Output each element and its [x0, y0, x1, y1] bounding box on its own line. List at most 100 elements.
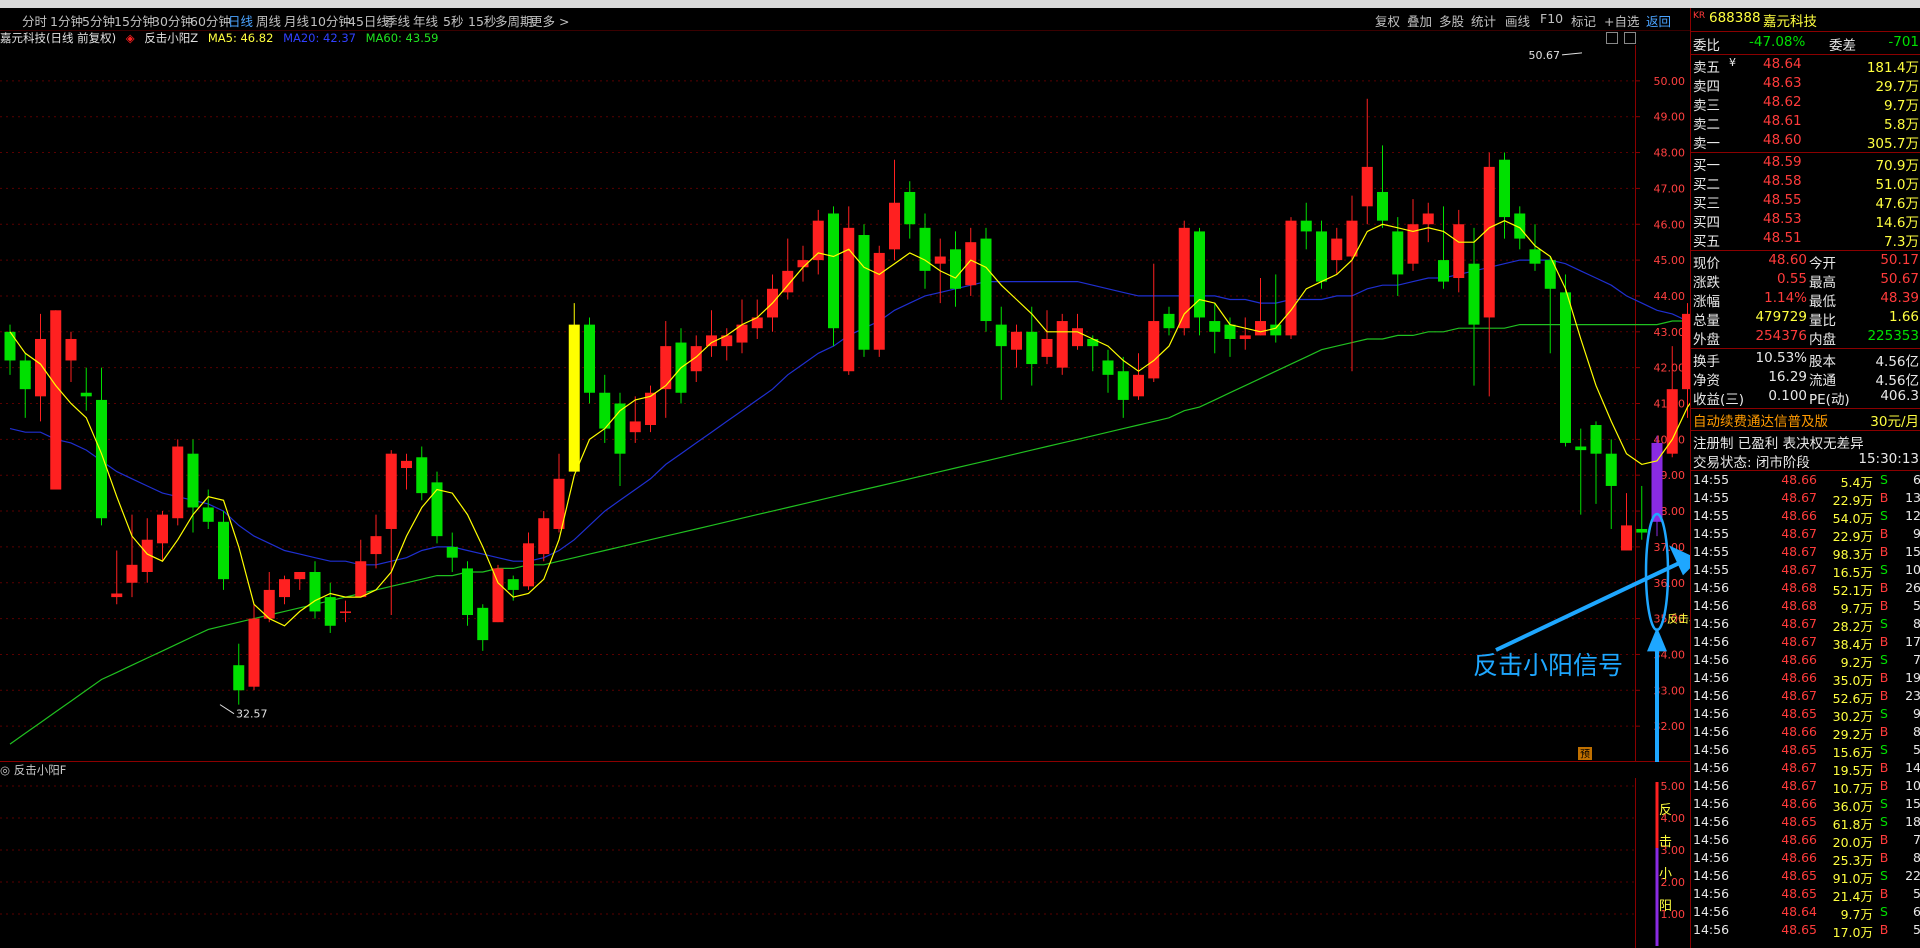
weibi-label: 委比	[1693, 38, 1720, 54]
stat-value: 48.39	[1880, 290, 1919, 306]
period-tab[interactable]: 60分钟	[190, 11, 231, 30]
ask-row[interactable]: 卖五 ¥48.64 181.4万	[1691, 56, 1920, 76]
maximize-icon[interactable]	[1624, 32, 1636, 44]
tick-volume: 91.0万	[1832, 871, 1873, 886]
period-tab[interactable]: 5分钟	[82, 11, 115, 30]
price-axis-label: 47.00	[1654, 182, 1686, 195]
ask-price: 48.62	[1763, 94, 1802, 110]
candle-body	[1133, 374, 1144, 397]
ask-row[interactable]: 卖三 48.62 9.7万	[1691, 94, 1920, 114]
ask-row[interactable]: 卖二 48.61 5.8万	[1691, 113, 1920, 133]
market-tag: KR	[1693, 11, 1706, 21]
tick-price: 48.67	[1781, 778, 1817, 793]
tick-side: B	[1879, 778, 1889, 793]
ask-volume: 29.7万	[1875, 79, 1919, 95]
period-tab[interactable]: 季线	[385, 11, 410, 30]
candle-body	[507, 579, 519, 590]
divider	[1691, 408, 1920, 409]
candle-body	[19, 360, 31, 390]
period-tab[interactable]: 10分钟	[310, 11, 351, 30]
tick-row: 14:56 48.66 36.0万 S 15	[1691, 796, 1920, 814]
candle-body	[1209, 321, 1221, 332]
tool-button[interactable]: 画线	[1505, 11, 1530, 30]
tool-button[interactable]: 返回	[1646, 11, 1671, 30]
tick-time: 14:55	[1693, 562, 1730, 577]
candle-body	[202, 507, 214, 522]
tool-button[interactable]: 复权	[1375, 11, 1400, 30]
ask-row[interactable]: 卖一 48.60 305.7万	[1691, 132, 1920, 152]
bid-row[interactable]: 买三 48.55 47.6万	[1691, 192, 1920, 212]
divider	[1691, 470, 1920, 471]
price-axis-label: 48.00	[1654, 147, 1686, 160]
tool-button[interactable]: 标记	[1571, 11, 1596, 30]
tool-button[interactable]: 多股	[1439, 11, 1464, 30]
tool-button[interactable]: F10	[1540, 11, 1563, 26]
bid-row[interactable]: 买一 48.59 70.9万	[1691, 154, 1920, 174]
tick-price: 48.65	[1781, 742, 1817, 757]
stat-label: 收益(三)	[1693, 392, 1745, 408]
tick-volume: 52.6万	[1832, 691, 1873, 706]
tick-volume: 61.8万	[1832, 817, 1873, 832]
bid-row[interactable]: 买二 48.58 51.0万	[1691, 173, 1920, 193]
period-tab[interactable]: 更多 >	[530, 11, 569, 30]
ma20-label: MA20: 42.37	[283, 31, 356, 45]
period-tab[interactable]: 月线	[284, 11, 309, 30]
candle-body	[218, 521, 229, 580]
restore-icon[interactable]	[1606, 32, 1618, 44]
period-tab[interactable]: 多周期	[495, 11, 533, 30]
bid-price: 48.51	[1763, 230, 1802, 246]
price-axis-label: 42.00	[1654, 362, 1686, 375]
tick-time: 14:56	[1693, 742, 1730, 757]
tool-button[interactable]: 叠加	[1407, 11, 1432, 30]
tick-count: 6	[1913, 472, 1920, 487]
tool-button[interactable]: +自选	[1604, 11, 1639, 30]
candle-body	[477, 607, 489, 641]
tick-time: 14:56	[1693, 652, 1730, 667]
period-tab[interactable]: 30分钟	[152, 11, 193, 30]
period-tab[interactable]: 日线	[228, 11, 253, 30]
tick-volume: 15.6万	[1832, 745, 1873, 760]
candle-body	[1041, 338, 1053, 357]
tick-side: B	[1879, 580, 1889, 595]
price-axis-label: 44.00	[1654, 290, 1686, 303]
tick-price: 48.65	[1781, 814, 1817, 829]
candlestick-chart[interactable]: 50.00 49.00 48.00 47.00 46.00 45.00 44.00 43.00…	[0, 45, 1690, 762]
period-tab[interactable]: 分时	[22, 11, 47, 30]
period-tab[interactable]: 5秒	[443, 11, 463, 30]
signal-subchart[interactable]: 5.004.003.002.001.00反击小阳	[0, 778, 1690, 948]
bid-price: 48.53	[1763, 211, 1802, 227]
period-tab[interactable]: 15秒	[468, 11, 496, 30]
weibi-row: 委比 -47.08% 委差 -701	[1691, 34, 1920, 54]
candle-body	[1239, 335, 1251, 339]
bid-row[interactable]: 买四 48.53 14.6万	[1691, 211, 1920, 231]
tick-count: 17	[1905, 634, 1920, 649]
candle-body	[660, 346, 672, 390]
period-tab[interactable]: 45日线	[348, 11, 389, 30]
tool-button[interactable]: 统计	[1471, 11, 1496, 30]
tick-time: 14:56	[1693, 886, 1730, 901]
tick-row: 14:56 48.65 91.0万 S 22	[1691, 868, 1920, 886]
period-tab[interactable]: 1分钟	[50, 11, 83, 30]
candle-body	[80, 392, 92, 397]
tick-price: 48.67	[1781, 526, 1817, 541]
tick-volume: 29.2万	[1832, 727, 1873, 742]
tick-count: 15	[1905, 544, 1920, 559]
candle-body	[1529, 249, 1541, 264]
period-tab[interactable]: 15分钟	[114, 11, 155, 30]
window-title-strip	[0, 0, 1920, 8]
tick-side: S	[1880, 796, 1888, 811]
candle-body	[995, 324, 1007, 347]
indicator-name[interactable]: 反击小阳Z	[144, 31, 198, 45]
tick-count: 13	[1905, 490, 1920, 505]
promo-row[interactable]: 自动续费通达信普及版 30元/月	[1691, 410, 1920, 430]
period-tab[interactable]: 年线	[413, 11, 438, 30]
tick-count: 6	[1913, 904, 1920, 919]
ask-label: 卖四	[1693, 79, 1720, 95]
candle-body	[1255, 321, 1266, 336]
tick-side: B	[1879, 634, 1889, 649]
candle-body	[111, 593, 123, 598]
candle-body	[157, 514, 168, 544]
period-tab[interactable]: 周线	[256, 11, 281, 30]
bid-row[interactable]: 买五 48.51 7.3万	[1691, 230, 1920, 250]
ask-row[interactable]: 卖四 48.63 29.7万	[1691, 75, 1920, 95]
